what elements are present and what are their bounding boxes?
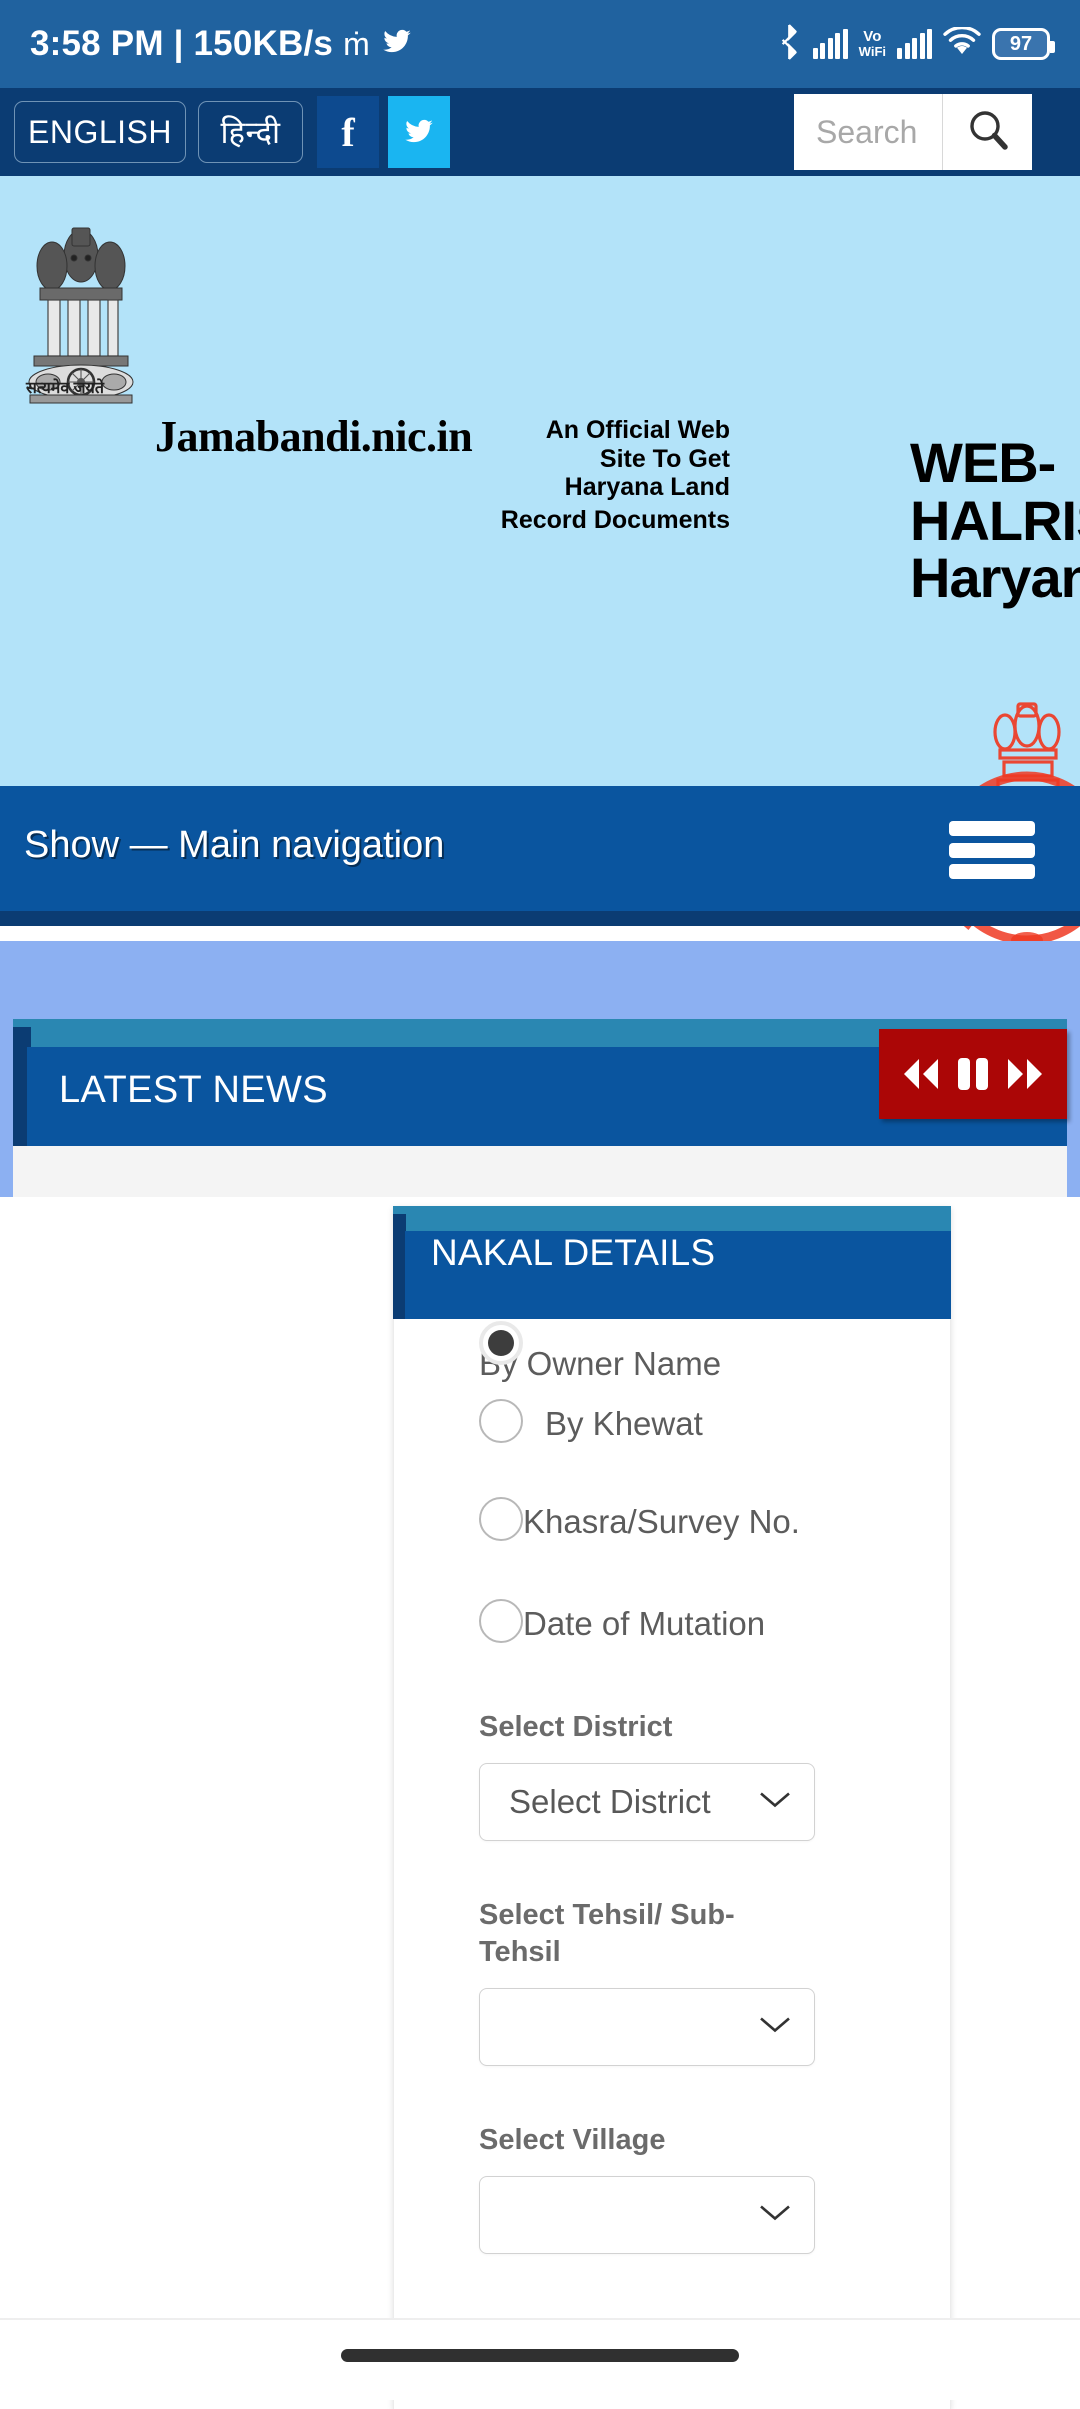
- field-select-tehsil: Select Tehsil/ Sub-Tehsil: [394, 1897, 950, 2067]
- field-label: Select Village: [479, 2124, 666, 2157]
- news-ticker-controls: [879, 1029, 1067, 1119]
- nakal-panel-header: NAKAL DETAILS: [393, 1206, 951, 1319]
- cellular-signal-icon: [812, 29, 848, 59]
- latest-news-box: LATEST NEWS: [13, 1019, 1067, 1197]
- radio-label: By Khewat: [545, 1405, 703, 1442]
- radio-option-date-of-mutation[interactable]: Date of Mutation: [479, 1599, 950, 1653]
- gesture-bar[interactable]: [341, 2349, 739, 2362]
- field-label: Select Tehsil/ Sub-Tehsil: [479, 1899, 735, 1969]
- language-button-english[interactable]: ENGLISH: [14, 101, 186, 163]
- site-subtitle: An Official Web Site To Get Haryana Land: [510, 416, 730, 502]
- hamburger-menu-icon[interactable]: [949, 821, 1035, 879]
- search-type-radio-group: By Owner Name By Khewat Khasra/Survey No…: [394, 1321, 950, 1653]
- battery-level: 97: [1009, 32, 1033, 55]
- site-subtitle-line-4: Record Documents: [500, 506, 730, 534]
- twitter-icon[interactable]: [388, 96, 450, 168]
- select-district-dropdown[interactable]: Select District: [479, 1763, 815, 1842]
- nakal-details-panel: NAKAL DETAILS By Owner Name By Khewat Kh…: [393, 1206, 951, 2409]
- main-navigation-bar[interactable]: Show — Main navigation: [0, 786, 1080, 926]
- chevron-down-icon: [758, 2015, 792, 2040]
- search-icon: [966, 107, 1010, 158]
- radio-option-khasra-survey-no[interactable]: Khasra/Survey No.: [479, 1497, 950, 1551]
- status-bar-right: Vo WiFi 97: [776, 23, 1055, 65]
- latest-news-section: LATEST NEWS: [0, 941, 1080, 1197]
- status-bar-left: 3:58 PM | 150KB/s ṁ: [30, 24, 414, 64]
- webhalris-line-2: HALRIS: [910, 488, 1080, 552]
- bluetooth-icon: [776, 23, 802, 65]
- wifi-icon: [943, 25, 981, 62]
- radio-button-indicator[interactable]: [479, 1497, 523, 1541]
- site-utility-bar: ENGLISH हिन्दी f: [0, 88, 1080, 176]
- radio-button-indicator[interactable]: [479, 1321, 523, 1365]
- volte-line-2: WiFi: [858, 44, 886, 59]
- select-tehsil-dropdown[interactable]: [479, 1988, 815, 2067]
- select-district-value: Select District: [509, 1783, 711, 1821]
- radio-option-by-khewat[interactable]: By Khewat: [479, 1399, 950, 1453]
- site-banner: सत्यमेव जयते Jamabandi.nic.in An Officia…: [0, 176, 1080, 948]
- network-speed-icon: ṁ: [343, 26, 370, 62]
- site-subtitle-line-3: Haryana Land: [564, 473, 730, 501]
- nakal-panel-title: NAKAL DETAILS: [431, 1232, 716, 1273]
- search-button[interactable]: [942, 94, 1032, 170]
- battery-indicator: 97: [992, 28, 1055, 60]
- panel-header-top-strip: [393, 1206, 951, 1231]
- field-label: Select District: [479, 1711, 673, 1743]
- site-search: [794, 94, 1032, 170]
- webhalris-line-3: Haryana: [910, 546, 1080, 610]
- radio-button-indicator[interactable]: [479, 1599, 523, 1643]
- radio-label: Khasra/Survey No.: [523, 1503, 800, 1540]
- webhalris-line-1: WEB-: [910, 431, 1056, 494]
- page-title: Jamabandi.nic.in: [155, 412, 473, 461]
- field-select-district: Select District Select District: [394, 1709, 950, 1842]
- cellular-signal-2-icon: [897, 29, 932, 59]
- site-subtitle-line-2: Site To Get: [599, 444, 730, 473]
- twitter-icon: [380, 27, 414, 62]
- nakal-panel-body: By Owner Name By Khewat Khasra/Survey No…: [393, 1319, 951, 2409]
- latest-news-title: LATEST NEWS: [59, 1069, 329, 1111]
- system-status-bar: 3:58 PM | 150KB/s ṁ Vo WiFi 97: [0, 0, 1080, 88]
- search-input[interactable]: [794, 94, 942, 170]
- select-village-dropdown[interactable]: [479, 2176, 815, 2255]
- webhalris-heading: WEB- HALRIS Haryana: [910, 434, 1080, 607]
- chevron-down-icon: [758, 2203, 792, 2228]
- field-select-village: Select Village: [394, 2122, 950, 2255]
- status-clock: 3:58 PM | 150KB/s: [30, 24, 334, 63]
- language-button-hindi[interactable]: हिन्दी: [198, 101, 303, 163]
- emblem-caption: सत्यमेव जयते: [26, 380, 104, 397]
- radio-option-by-owner-name[interactable]: By Owner Name: [479, 1321, 950, 1393]
- site-subtitle-line-1: An Official Web: [545, 416, 730, 444]
- facebook-icon[interactable]: f: [317, 96, 379, 168]
- chevron-down-icon: [758, 1790, 792, 1815]
- fast-forward-icon[interactable]: [1004, 1053, 1048, 1095]
- radio-button-indicator[interactable]: [479, 1399, 523, 1443]
- main-navigation-label: Show — Main navigation: [24, 824, 445, 866]
- rewind-icon[interactable]: [898, 1053, 942, 1095]
- latest-news-header: LATEST NEWS: [13, 1019, 1067, 1146]
- system-navigation-bar: [0, 2318, 1080, 2400]
- pause-icon[interactable]: [956, 1053, 990, 1095]
- volte-line-1: Vo: [863, 28, 882, 45]
- volte-wifi-icon: Vo WiFi: [859, 29, 886, 59]
- radio-label: Date of Mutation: [523, 1605, 766, 1642]
